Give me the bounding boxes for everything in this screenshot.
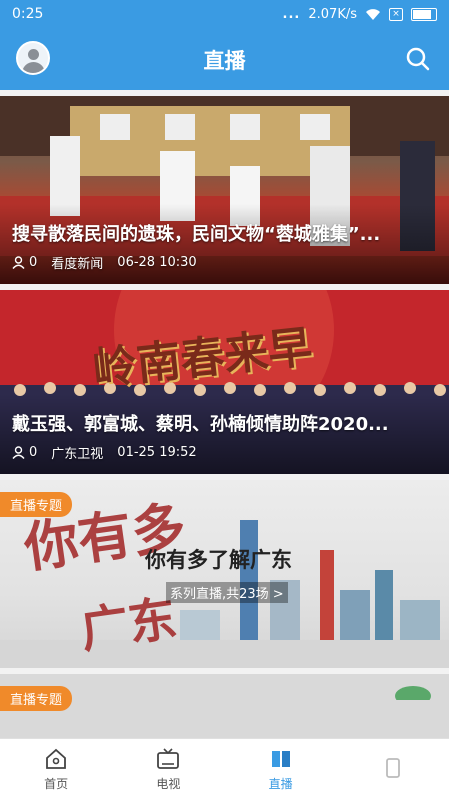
- calligraphy-bottom: 广东: [77, 590, 181, 660]
- live-card[interactable]: 搜寻散落民间的遗珠，民间文物“蓉城雅集”... 0 看度新闻 06-28 10:…: [0, 96, 449, 284]
- sim-icon: ×: [389, 7, 403, 21]
- topic-tag: 直播专题: [0, 492, 73, 517]
- tab-mine[interactable]: [337, 739, 449, 800]
- tab-live[interactable]: 直播: [225, 739, 337, 800]
- card-date: 01-25 19:52: [117, 445, 197, 460]
- tv-icon: [157, 748, 180, 769]
- viewer-count-value: 0: [29, 255, 38, 270]
- tab-tv-label: 电视: [156, 777, 181, 791]
- card-source: 广东卫视: [51, 447, 104, 462]
- topic-subtitle[interactable]: 系列直播,共23场 >: [166, 582, 288, 603]
- viewer-count: 0: [12, 445, 37, 460]
- card-title: 搜寻散落民间的遗珠，民间文物“蓉城雅集”...: [12, 224, 381, 245]
- topic-card[interactable]: 直播专题: [0, 674, 449, 744]
- status-bar: 0:25 ... 2.07K/s ×: [0, 0, 449, 28]
- viewer-count-value: 0: [29, 445, 38, 460]
- hill-decoration: [395, 686, 431, 700]
- network-speed: 2.07K/s: [308, 6, 357, 22]
- status-time: 0:25: [12, 6, 44, 22]
- viewer-count: 0: [12, 255, 37, 270]
- live-card[interactable]: 岭南春来早 戴玉强、郭富城、蔡明、孙楠倾情助阵2020... 0 广东卫视 01…: [0, 290, 449, 474]
- wifi-icon: [366, 8, 380, 20]
- book-icon: [271, 751, 290, 767]
- person-icon: [12, 256, 25, 269]
- status-icons: ... 2.07K/s ×: [283, 7, 437, 22]
- phone-icon: [385, 757, 400, 778]
- app-header: 直播: [0, 28, 449, 90]
- bottom-tab-bar: 首页 电视 直播: [0, 738, 449, 800]
- tab-tv[interactable]: 电视: [112, 739, 224, 800]
- battery-icon: [411, 7, 437, 21]
- card-meta: 0 广东卫视 01-25 19:52: [12, 443, 197, 462]
- tab-home[interactable]: 首页: [0, 739, 112, 800]
- home-icon: [46, 748, 67, 769]
- card-title: 戴玉强、郭富城、蔡明、孙楠倾情助阵2020...: [12, 414, 389, 435]
- card-source: 看度新闻: [51, 257, 104, 272]
- person-icon: [12, 446, 25, 459]
- topic-card[interactable]: 你有多 广东 直播专题 你有多了解广东 系列直播,共23场 >: [0, 480, 449, 668]
- card-date: 06-28 10:30: [117, 255, 197, 270]
- card-meta: 0 看度新闻 06-28 10:30: [12, 253, 197, 272]
- search-icon[interactable]: [405, 46, 431, 72]
- tab-live-label: 直播: [268, 777, 293, 791]
- notification-dots: ...: [282, 6, 301, 22]
- page-title: 直播: [203, 49, 246, 73]
- topic-tag: 直播专题: [0, 686, 73, 711]
- tab-home-label: 首页: [44, 777, 69, 791]
- topic-headline: 你有多了解广东: [145, 548, 292, 572]
